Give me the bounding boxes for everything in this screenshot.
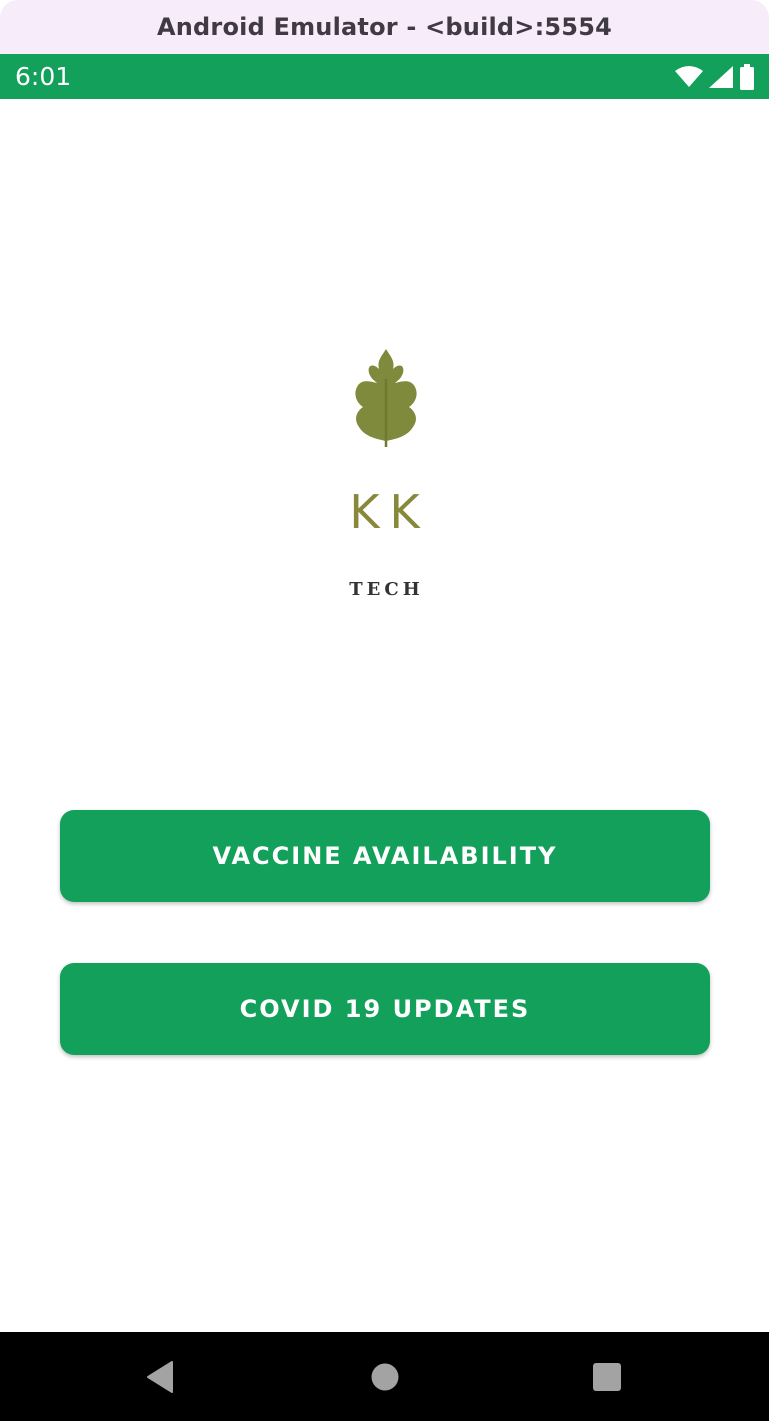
nav-home-button[interactable]	[345, 1332, 425, 1421]
status-time: 6:01	[15, 62, 72, 91]
window-titlebar[interactable]: Android Emulator - <build>:5554	[0, 0, 769, 54]
app-content: KK TECH VACCINE AVAILABILITY COVID 19 UP…	[0, 99, 769, 1332]
brand-name: KK	[349, 485, 430, 539]
status-bar: 6:01	[0, 54, 769, 99]
leaf-icon	[355, 349, 417, 447]
status-icons	[675, 63, 755, 90]
battery-icon	[739, 63, 755, 90]
wifi-icon	[675, 65, 703, 88]
app-logo	[334, 349, 438, 609]
emulator-window: Android Emulator - <build>:5554 6:01 KK …	[0, 0, 769, 1421]
home-icon	[371, 1363, 399, 1390]
navigation-bar	[0, 1332, 769, 1421]
recents-icon	[593, 1362, 621, 1391]
vaccine-availability-button[interactable]: VACCINE AVAILABILITY	[60, 810, 710, 902]
back-icon	[147, 1360, 173, 1393]
nav-back-button[interactable]	[120, 1332, 200, 1421]
cell-signal-icon	[709, 65, 733, 88]
covid-updates-button[interactable]: COVID 19 UPDATES	[60, 963, 710, 1055]
window-title: Android Emulator - <build>:5554	[156, 13, 613, 41]
brand-subtitle: TECH	[349, 579, 424, 600]
nav-recents-button[interactable]	[567, 1332, 647, 1421]
